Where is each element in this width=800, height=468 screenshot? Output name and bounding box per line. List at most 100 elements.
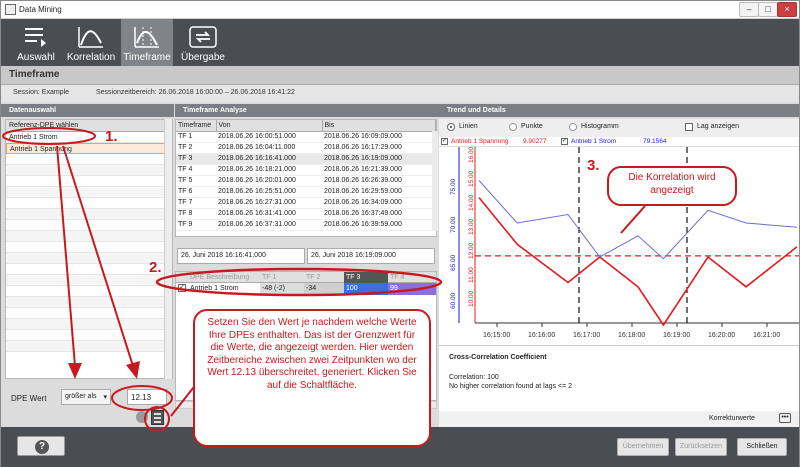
close-button[interactable]: Schließen bbox=[737, 438, 787, 456]
list-item[interactable] bbox=[6, 198, 172, 209]
y-tick-label-red: 10.00 bbox=[468, 290, 475, 307]
list-item[interactable] bbox=[6, 286, 172, 297]
minimize-icon[interactable]: – bbox=[739, 2, 759, 17]
table-row[interactable]: TF 1 2018.06.26 16:00:51.000 2018.06.26 16… bbox=[176, 131, 436, 143]
x-tick-label: 16:16:00 bbox=[528, 332, 555, 339]
help-button[interactable]: ? bbox=[17, 436, 65, 456]
y-tick-label-red: 11.00 bbox=[468, 267, 475, 283]
list-item[interactable] bbox=[6, 253, 172, 264]
list-item[interactable] bbox=[6, 319, 172, 330]
y-tick-label-blue: 65.00 bbox=[450, 254, 457, 271]
list-item[interactable] bbox=[6, 187, 172, 198]
legend-name-2: Antrieb 1 Strom bbox=[571, 138, 617, 145]
y-tick-label-blue: 70.00 bbox=[450, 216, 457, 233]
list-item[interactable] bbox=[6, 330, 172, 341]
gear-icon[interactable] bbox=[136, 411, 148, 423]
y-tick-label-blue: 60.00 bbox=[450, 292, 457, 309]
timeframe-scrollbar[interactable] bbox=[432, 131, 438, 231]
list-item[interactable] bbox=[6, 154, 172, 165]
right-panel-title: Trend und Details bbox=[439, 104, 799, 117]
table-cell: 2018.06.26 16:27:31.000 bbox=[216, 197, 322, 209]
more-icon[interactable]: ••• bbox=[779, 413, 791, 423]
date-to-input[interactable]: 26. Juni 2018 16:19:09.000 bbox=[307, 248, 435, 264]
table-cell: TF 3 bbox=[176, 153, 216, 165]
page-header: Timeframe bbox=[1, 66, 799, 85]
list-item[interactable] bbox=[6, 264, 172, 275]
row-checkbox[interactable]: ✓ bbox=[178, 284, 186, 292]
table-cell: 2018.06.26 16:34:09.000 bbox=[322, 197, 436, 209]
legend-checkbox-1[interactable]: ✓ bbox=[441, 138, 448, 145]
list-item[interactable] bbox=[6, 231, 172, 242]
radio-punkte[interactable] bbox=[509, 123, 517, 131]
main-window: Data Mining – □ × Auswahl Korrelation Ti… bbox=[0, 0, 800, 467]
table-row[interactable]: TF 5 2018.06.26 16:20:01.000 2018.06.26 16… bbox=[176, 175, 436, 187]
close-icon[interactable]: × bbox=[777, 2, 797, 17]
x-tick-label: 16:18:00 bbox=[618, 332, 645, 339]
col-header-timeframe[interactable]: Timeframe bbox=[176, 120, 217, 132]
radio-linien[interactable] bbox=[447, 123, 455, 131]
table-cell: 2018.06.26 16:39:59.000 bbox=[322, 219, 436, 231]
legend-value-1: 9.90277 bbox=[523, 138, 547, 145]
x-tick-label: 16:15:00 bbox=[483, 332, 510, 339]
callout-correlation: Die Korrelation wird angezeigt bbox=[607, 166, 737, 206]
list-item[interactable] bbox=[6, 176, 172, 187]
col-header-bis[interactable]: Bis bbox=[322, 120, 436, 132]
list-item[interactable] bbox=[6, 220, 172, 231]
radio-histogramm[interactable] bbox=[569, 123, 577, 131]
table-row[interactable]: TF 9 2018.06.26 16:37:31.000 2018.06.26 16… bbox=[176, 219, 436, 231]
table-cell: 2018.06.26 16:37:49.000 bbox=[322, 208, 436, 220]
left-panel-title: Datenauswahl bbox=[1, 104, 174, 117]
list-item[interactable] bbox=[6, 275, 172, 286]
lag-checkbox[interactable] bbox=[685, 123, 693, 131]
table-cell: 2018.06.26 16:20:01.000 bbox=[216, 175, 322, 187]
table-row[interactable]: ✓ Antrieb 1 Strom -48 (-2) -34 100 99 bbox=[176, 283, 436, 295]
reset-button[interactable]: Zurücksetzen bbox=[675, 438, 727, 456]
middle-panel-title: Timeframe Analyse bbox=[175, 104, 439, 117]
list-item[interactable]: Antrieb 1 Spannung bbox=[6, 143, 172, 154]
tab-uebergabe[interactable]: Übergabe bbox=[177, 19, 229, 66]
table-cell: 2018.06.26 16:09:09.000 bbox=[322, 131, 436, 143]
table-cell: 2018.06.26 16:19:09.000 bbox=[322, 153, 436, 165]
table-row[interactable]: TF 6 2018.06.26 16:25:51.000 2018.06.26 16… bbox=[176, 186, 436, 198]
list-item[interactable] bbox=[6, 341, 172, 352]
list-item[interactable] bbox=[6, 209, 172, 220]
legend-checkbox-2[interactable]: ✓ bbox=[561, 138, 568, 145]
table-row[interactable]: TF 2 2018.06.26 16:04:11.000 2018.06.26 16… bbox=[176, 142, 436, 154]
table-row[interactable]: TF 7 2018.06.26 16:27:31.000 2018.06.26 16… bbox=[176, 197, 436, 209]
table-row[interactable]: TF 4 2018.06.26 16:18:21.000 2018.06.26 16… bbox=[176, 164, 436, 176]
curve-icon bbox=[78, 27, 103, 48]
generate-button[interactable] bbox=[151, 410, 164, 425]
session-label: Session: Example bbox=[13, 89, 70, 96]
table-row[interactable]: TF 3 2018.06.26 16:16:41.000 2018.06.26 16… bbox=[176, 153, 436, 165]
y-tick-label-red: 16.00 bbox=[468, 147, 475, 163]
table-cell: 2018.06.26 16:37:31.000 bbox=[216, 219, 322, 231]
tab-timeframe[interactable]: Timeframe bbox=[121, 19, 173, 66]
correlation-value: Correlation: 100 bbox=[449, 374, 499, 381]
korrektur-bar: Korrekturwerte ••• bbox=[439, 411, 799, 427]
korrektur-label: Korrekturwerte bbox=[709, 415, 755, 422]
table-cell: 2018.06.26 16:04:11.000 bbox=[216, 142, 322, 154]
table-cell: TF 9 bbox=[176, 219, 216, 231]
date-from-input[interactable]: 26. Juni 2018 16:16:41.000 bbox=[177, 248, 305, 264]
col-header-von[interactable]: Von bbox=[216, 120, 323, 132]
lag-message: No higher correlation found at lags <= 2 bbox=[449, 383, 572, 390]
session-range: Sessionzeitbereich: 26.06.2018 16:00:00 … bbox=[96, 89, 295, 96]
list-item[interactable] bbox=[6, 165, 172, 176]
toolbar: Auswahl Korrelation Timeframe Übergabe bbox=[1, 19, 799, 66]
tab-auswahl[interactable]: Auswahl bbox=[11, 19, 61, 66]
tab-korrelation[interactable]: Korrelation bbox=[63, 19, 119, 66]
operator-select[interactable]: größer als ▾ bbox=[61, 389, 111, 405]
page-title: Timeframe bbox=[9, 69, 60, 80]
table-cell: TF 7 bbox=[176, 197, 216, 209]
table-row[interactable]: TF 8 2018.06.26 16:31:41.000 2018.06.26 16… bbox=[176, 208, 436, 220]
table-cell: 2018.06.26 16:26:39.000 bbox=[322, 175, 436, 187]
apply-button[interactable]: Übernehmen bbox=[617, 438, 669, 456]
list-item[interactable] bbox=[6, 242, 172, 253]
list-item[interactable] bbox=[6, 297, 172, 308]
list-item[interactable] bbox=[6, 308, 172, 319]
maximize-icon[interactable]: □ bbox=[758, 2, 778, 17]
threshold-input[interactable]: 12.13 bbox=[127, 389, 167, 405]
x-tick-label: 16:20:00 bbox=[708, 332, 735, 339]
dpe-list-scrollbar[interactable] bbox=[164, 119, 172, 379]
list-item[interactable]: Antrieb 1 Strom bbox=[6, 132, 172, 143]
